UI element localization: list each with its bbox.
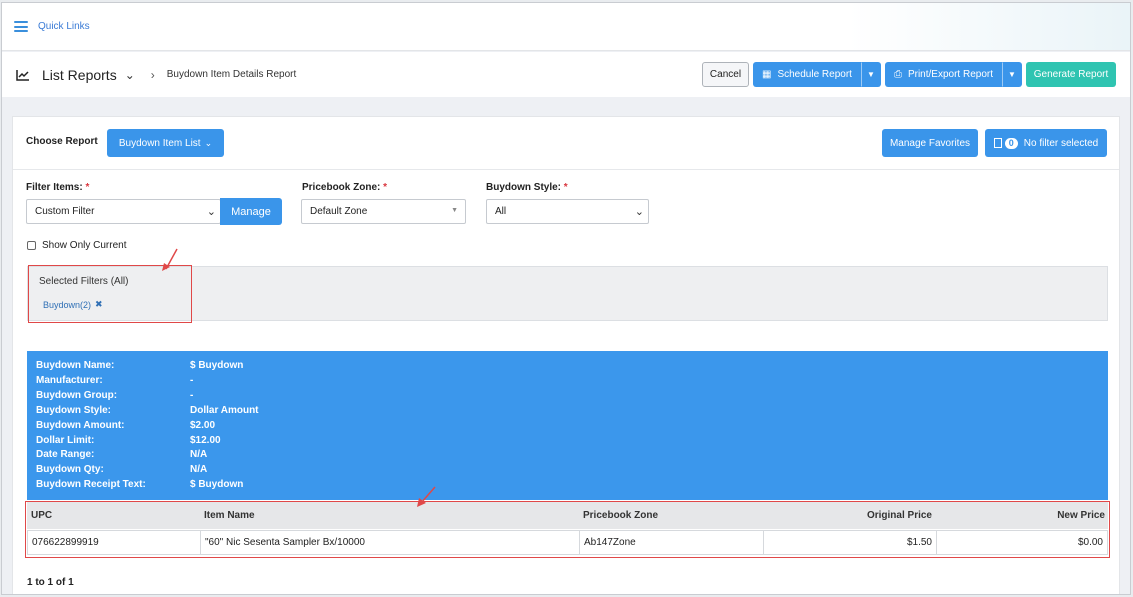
- pricebook-zone-label: Pricebook Zone: *: [302, 182, 387, 193]
- buydown-style-select[interactable]: All ⌄: [486, 199, 649, 224]
- pricebook-zone-label-text: Pricebook Zone:: [302, 182, 381, 193]
- cancel-button[interactable]: Cancel: [702, 62, 749, 87]
- required-mark: *: [563, 182, 568, 193]
- show-only-current-checkbox[interactable]: Show Only Current: [27, 240, 126, 251]
- pricebook-zone-select[interactable]: Default Zone ▼: [301, 199, 466, 224]
- filter-icon: [993, 138, 1002, 148]
- page-header: List Reports ⌄ › Buydown Item Details Re…: [2, 52, 1130, 97]
- choose-report-label: Choose Report: [26, 136, 98, 147]
- chevron-down-icon: ⌄: [634, 206, 644, 218]
- info-value: $ Buydown: [190, 360, 244, 371]
- show-only-current-label: Show Only Current: [42, 240, 127, 251]
- buydown-style-label: Buydown Style: *: [486, 182, 568, 193]
- checkbox[interactable]: [27, 241, 36, 250]
- info-value: $ Buydown: [190, 479, 244, 490]
- required-mark: *: [383, 182, 388, 193]
- schedule-report-button[interactable]: ▦ Schedule Report: [753, 62, 861, 87]
- chevron-down-icon: ⌄: [206, 206, 216, 218]
- generate-report-button[interactable]: Generate Report: [1026, 62, 1116, 87]
- info-label: Buydown Name:: [36, 360, 115, 371]
- print-export-button[interactable]: ⎙ Print/Export Report: [884, 62, 1002, 87]
- required-mark: *: [85, 182, 90, 193]
- info-value: N/A: [190, 449, 208, 460]
- page-title[interactable]: List Reports: [42, 67, 117, 83]
- info-value: -: [190, 375, 194, 386]
- report-card: Choose Report Buydown Item List ⌄ Manage…: [12, 116, 1120, 594]
- manage-button[interactable]: Manage: [220, 198, 282, 225]
- filter-items-value: Custom Filter: [35, 206, 95, 217]
- filter-items-select[interactable]: Custom Filter ⌄: [26, 199, 221, 224]
- schedule-dropdown-button[interactable]: ▼: [860, 62, 881, 87]
- info-label: Buydown Style:: [36, 405, 112, 416]
- info-label: Buydown Receipt Text:: [36, 479, 146, 490]
- no-filter-label: No filter selected: [1023, 137, 1099, 149]
- info-value: N/A: [190, 464, 208, 475]
- print-dropdown-button[interactable]: ▼: [1002, 62, 1022, 87]
- annotation-arrow-icon: [162, 248, 178, 271]
- menu-icon[interactable]: [14, 21, 28, 32]
- chevron-down-icon: ▼: [866, 70, 875, 79]
- info-value: Dollar Amount: [190, 405, 259, 416]
- line-chart-icon: [16, 69, 29, 81]
- buydown-style-label-text: Buydown Style:: [486, 182, 562, 193]
- breadcrumb: Buydown Item Details Report: [166, 69, 297, 80]
- printer-icon: ⎙: [893, 69, 902, 80]
- report-select-button[interactable]: Buydown Item List ⌄: [107, 129, 224, 157]
- buydown-style-value: All: [495, 206, 507, 217]
- pricebook-zone-value: Default Zone: [310, 206, 368, 217]
- report-select-label: Buydown Item List: [118, 137, 201, 149]
- info-label: Date Range:: [36, 449, 95, 460]
- caret-down-icon: ▼: [451, 207, 458, 214]
- annotation-arrow-icon: [417, 486, 436, 507]
- info-value: $2.00: [190, 420, 216, 431]
- calendar-icon: ▦: [762, 69, 772, 80]
- info-value: -: [190, 390, 194, 401]
- filter-items-label-text: Filter Items:: [26, 182, 83, 193]
- filter-count-badge: 0: [1004, 137, 1018, 149]
- chevron-down-icon[interactable]: ⌄: [125, 68, 135, 82]
- chevron-down-icon: ⌄: [204, 137, 213, 148]
- filter-status-button[interactable]: 0 No filter selected: [985, 129, 1107, 157]
- pagination-summary: 1 to 1 of 1: [27, 577, 74, 588]
- buydown-info-panel: Buydown Name: $ Buydown Manufacturer: - …: [27, 351, 1108, 500]
- print-export-split: ⎙ Print/Export Report ▼: [884, 62, 1022, 87]
- highlight-box: [25, 501, 1110, 558]
- info-label: Buydown Qty:: [36, 464, 104, 475]
- filter-items-label: Filter Items: *: [26, 182, 89, 193]
- app-window: Quick Links List Reports ⌄ › Buydown Ite…: [1, 2, 1131, 595]
- quick-links-bar: Quick Links: [2, 3, 1130, 51]
- info-label: Manufacturer:: [36, 375, 103, 386]
- breadcrumb-separator-icon: ›: [150, 67, 155, 82]
- schedule-report-label: Schedule Report: [777, 69, 852, 80]
- header-actions: Cancel ▦ Schedule Report ▼ ⎙ Print/Expor…: [702, 62, 1116, 87]
- print-export-label: Print/Export Report: [907, 69, 993, 80]
- manage-favorites-button[interactable]: Manage Favorites: [882, 129, 978, 157]
- info-label: Dollar Limit:: [36, 435, 95, 446]
- chevron-down-icon: ▼: [1008, 70, 1016, 79]
- info-label: Buydown Amount:: [36, 420, 125, 431]
- schedule-report-split: ▦ Schedule Report ▼: [753, 62, 881, 87]
- info-label: Buydown Group:: [36, 390, 118, 401]
- divider: [13, 169, 1119, 170]
- info-value: $12.00: [190, 435, 221, 446]
- quick-links-link[interactable]: Quick Links: [38, 21, 90, 32]
